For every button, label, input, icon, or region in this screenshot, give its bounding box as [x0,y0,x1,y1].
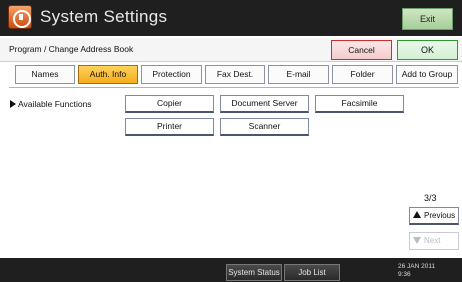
triangle-right-icon [10,100,16,108]
triangle-up-icon [413,211,421,218]
tab-protection[interactable]: Protection [141,65,202,84]
tab-divider [9,87,459,88]
function-facsimile-button[interactable]: Facsimile [315,95,404,113]
function-scanner-button[interactable]: Scanner [220,118,309,136]
job-list-button[interactable]: Job List [284,264,340,281]
system-settings-icon [8,5,32,29]
ok-button[interactable]: OK [397,40,458,60]
previous-button[interactable]: Previous [409,207,459,225]
available-functions-text: Available Functions [18,99,92,109]
function-copier-button[interactable]: Copier [125,95,214,113]
tab-e-mail[interactable]: E-mail [268,65,329,84]
header-row: Program / Change Address Book Cancel OK [0,38,462,62]
exit-button[interactable]: Exit [402,8,453,30]
cancel-button[interactable]: Cancel [331,40,392,60]
date-time: 26 JAN 2011 9:36 [398,263,435,279]
function-document-server-button[interactable]: Document Server [220,95,309,113]
available-functions-label: Available Functions [10,99,92,109]
time-text: 9:36 [398,271,411,278]
triangle-down-icon [413,237,421,244]
breadcrumb: Program / Change Address Book [9,44,134,54]
next-button[interactable]: Next [409,232,459,250]
page-indicator: 3/3 [424,193,437,203]
tab-auth-info[interactable]: Auth. Info [78,65,138,84]
tab-add-to-group[interactable]: Add to Group [396,65,458,84]
bottom-bar: System Status Job List 26 JAN 2011 9:36 [0,258,462,282]
date-text: 26 JAN 2011 [398,263,436,270]
window-title: System Settings [40,7,168,26]
system-status-button[interactable]: System Status [226,264,282,281]
tab-fax-dest[interactable]: Fax Dest. [205,65,265,84]
previous-label: Previous [424,211,456,220]
title-bar: System Settings Exit [0,0,462,36]
tab-names[interactable]: Names [15,65,75,84]
next-label: Next [424,236,441,245]
tab-folder[interactable]: Folder [332,65,393,84]
function-printer-button[interactable]: Printer [125,118,214,136]
